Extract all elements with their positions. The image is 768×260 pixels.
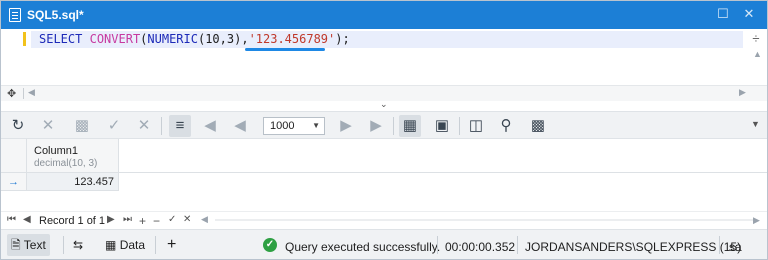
divider — [63, 236, 64, 254]
toolbar-separator — [459, 117, 460, 135]
header-filler — [119, 139, 767, 173]
column-type: decimal(10, 3) — [34, 158, 98, 169]
column-name: Column1 — [34, 145, 79, 157]
keyword-numeric: NUMERIC — [147, 32, 198, 46]
toolbar-separator — [161, 117, 162, 135]
export-icon[interactable]: ▩ — [527, 115, 549, 137]
table-cell[interactable]: 123.457 — [27, 173, 119, 191]
add-record-icon[interactable]: + — [139, 214, 146, 228]
divider — [719, 236, 720, 254]
scroll-left-arrow-icon[interactable]: ◀ — [201, 214, 208, 225]
scroll-left-arrow-icon[interactable]: ◀ — [28, 87, 35, 98]
find-icon[interactable]: ⚲ — [495, 115, 517, 137]
next-record-icon[interactable]: ▶ — [107, 214, 115, 225]
refresh-icon[interactable]: ↻ — [7, 115, 29, 137]
last-page-icon[interactable]: ▶ — [365, 115, 387, 137]
divider — [437, 236, 438, 254]
string-literal: '123.456789' — [248, 32, 336, 46]
sql-document-window: SQL5.sql* ☐ ✕ SELECT CONVERT(NUMERIC(10,… — [0, 0, 768, 260]
grid-corner[interactable] — [1, 139, 27, 173]
save-changes-icon[interactable]: ▩ — [71, 115, 93, 137]
divider — [517, 236, 518, 254]
results-splitter[interactable]: ⌄ — [1, 99, 767, 111]
swap-view-button[interactable]: ⇆ — [69, 234, 87, 256]
swap-icon: ⇆ — [73, 238, 84, 252]
fetch-all-icon[interactable]: ≡ — [169, 115, 191, 137]
add-tab-button[interactable]: + — [163, 234, 180, 256]
grid-view-icon[interactable]: ▦ — [399, 115, 421, 137]
data-tab-label: Data — [119, 238, 146, 252]
results-toolbar: ↻ ✕ ▩ ✓ ✕ ≡ ◀ ◀ 1000 ▼ ▶ ▶ ▦ ▣ ◫ ⚲ ▩ ▼ — [1, 111, 767, 139]
first-record-icon[interactable]: ⏮ — [7, 214, 16, 225]
columns-icon[interactable]: ◫ — [465, 115, 487, 137]
string-underline — [245, 48, 325, 51]
cancel-icon[interactable]: ✕ — [37, 115, 59, 137]
previous-page-icon[interactable]: ◀ — [229, 115, 251, 137]
card-view-icon[interactable]: ▣ — [431, 115, 453, 137]
data-view-tab[interactable]: ▦ Data — [101, 234, 149, 256]
keyword-select: SELECT — [39, 32, 83, 46]
success-check-icon: ✓ — [263, 238, 277, 252]
next-page-icon[interactable]: ▶ — [335, 115, 357, 137]
split-editor-icon[interactable]: ÷ — [749, 32, 763, 46]
results-grid[interactable]: Column1 decimal(10, 3) → 123.457 — [1, 139, 767, 211]
status-message: Query executed successfully. — [285, 240, 441, 254]
paren-close: ); — [335, 32, 350, 46]
grid-icon: ▦ — [105, 238, 117, 252]
restore-button[interactable]: ☐ — [715, 6, 731, 22]
record-counter: Record 1 of 1 — [39, 215, 106, 227]
apply-icon[interactable]: ✓ — [103, 115, 125, 137]
cancel-record-icon[interactable]: ✕ — [183, 214, 191, 225]
text-tab-label: Text — [23, 238, 46, 252]
elapsed-time: 00:00:00.352 — [445, 240, 516, 254]
post-record-icon[interactable]: ✓ — [168, 214, 176, 225]
code-line[interactable]: SELECT CONVERT(NUMERIC(10,3),'123.456789… — [39, 32, 350, 47]
move-split-icon[interactable]: ✥ — [7, 87, 16, 100]
scroll-up-arrow-icon[interactable]: ▲ — [753, 49, 762, 59]
function-convert: CONVERT — [89, 32, 141, 46]
numeric-args: (10,3), — [197, 32, 249, 46]
toolbar-separator — [393, 117, 394, 135]
scroll-right-arrow-icon[interactable]: ▶ — [753, 215, 760, 226]
document-title: SQL5.sql* — [27, 8, 84, 22]
delete-record-icon[interactable]: − — [153, 214, 160, 228]
last-record-icon[interactable]: ⏭ — [123, 214, 132, 225]
sql-editor[interactable]: SELECT CONVERT(NUMERIC(10,3),'123.456789… — [1, 29, 767, 99]
column-header[interactable]: Column1 decimal(10, 3) — [27, 139, 119, 173]
text-doc-icon: 🗎 — [11, 238, 21, 252]
divider — [155, 236, 156, 254]
data-navigator: ⏮ ◀ Record 1 of 1 ▶ ⏭ + − ✓ ✕ ◀ ▶ — [1, 211, 767, 229]
previous-record-icon[interactable]: ◀ — [23, 214, 31, 225]
row-limit-dropdown[interactable]: 1000 ▼ — [263, 117, 325, 135]
row-indicator-icon[interactable]: → — [1, 173, 27, 191]
modified-line-marker — [23, 32, 26, 46]
sql-file-icon — [9, 8, 21, 22]
scroll-right-arrow-icon[interactable]: ▶ — [739, 87, 746, 98]
chevron-down-icon: ▼ — [312, 121, 320, 130]
chevron-down-icon[interactable]: ⌄ — [380, 99, 388, 110]
divider — [23, 88, 24, 99]
connection-info[interactable]: JORDANSANDERS\SQLEXPRESS (15) — [525, 240, 741, 254]
first-page-icon[interactable]: ◀ — [199, 115, 221, 137]
status-bar: 🗎 Text ⇆ ▦ Data + ✓ Query executed succe… — [1, 229, 767, 259]
grid-horizontal-scrollbar[interactable] — [215, 219, 755, 221]
text-view-tab[interactable]: 🗎 Text — [7, 234, 50, 256]
row-limit-value: 1000 — [270, 120, 295, 132]
chevron-down-icon[interactable]: ▼ — [751, 119, 760, 129]
title-bar[interactable]: SQL5.sql* ☐ ✕ — [1, 1, 767, 29]
discard-icon[interactable]: ✕ — [133, 115, 155, 137]
close-button[interactable]: ✕ — [741, 6, 757, 22]
user-name: sa — [729, 240, 742, 254]
